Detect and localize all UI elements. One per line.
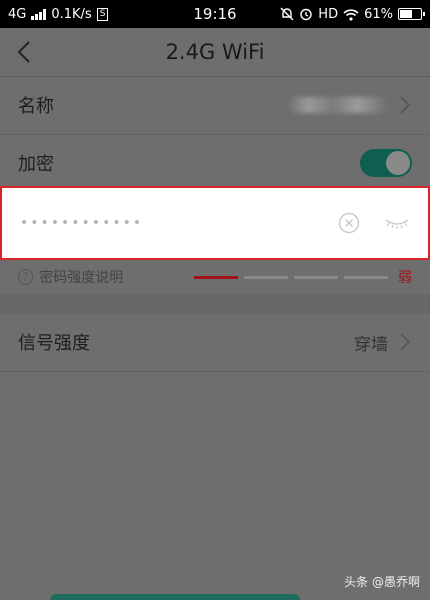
name-label: 名称 (18, 96, 54, 117)
strength-level: 弱 (398, 270, 412, 286)
help-icon[interactable]: ? (18, 269, 34, 285)
section-gap (0, 294, 430, 314)
strength-segment (294, 275, 338, 279)
watermark: 头条 @愚乔啊 (344, 575, 420, 589)
signal-value: 穿墙 (354, 334, 388, 355)
encryption-row: 加密 (0, 135, 430, 191)
eye-closed-icon[interactable] (384, 216, 410, 230)
signal-label: 信号强度 (18, 333, 90, 354)
status-right: HD 61% (280, 6, 425, 22)
network-speed: 0.1K/s (51, 6, 92, 22)
strength-help-link[interactable]: 密码强度说明 (39, 267, 182, 287)
header: 2.4G WiFi (0, 28, 430, 77)
chevron-right-icon (400, 333, 411, 351)
password-value: •••••••••••• (20, 215, 144, 231)
signal-icon (31, 8, 47, 20)
battery-icon (398, 8, 425, 20)
chevron-right-icon (400, 96, 411, 114)
clear-icon[interactable] (338, 212, 360, 234)
hd-indicator: HD (318, 6, 339, 22)
bottom-button-edge[interactable] (50, 594, 300, 600)
toggle-knob (386, 151, 410, 175)
status-left: 4G 0.1K/s S (8, 6, 109, 22)
signal-value-group: 穿墙 (354, 330, 412, 355)
password-highlight: •••••••••••• (0, 186, 430, 260)
notification-icon: S (96, 7, 109, 21)
strength-meter (194, 275, 388, 279)
mute-bell-icon (280, 7, 294, 21)
battery-percent: 61% (364, 6, 393, 22)
network-type: 4G (8, 6, 27, 22)
encryption-label: 加密 (18, 154, 54, 175)
back-arrow-icon[interactable] (14, 40, 34, 64)
name-value-group (288, 95, 412, 115)
divider (0, 371, 430, 372)
wifi-icon (343, 8, 359, 21)
strength-segment (194, 275, 238, 279)
wifi-settings-page: 2.4G WiFi 名称 加密 •••••••••••• ? 密码强度说明 弱 … (0, 28, 430, 600)
alarm-icon (300, 8, 312, 21)
password-field[interactable]: •••••••••••• (2, 188, 428, 258)
signal-strength-row[interactable]: 信号强度 穿墙 (0, 314, 430, 370)
password-strength-row: ? 密码强度说明 弱 (0, 262, 430, 292)
battery-fill (400, 10, 412, 18)
blurred-ssid (288, 97, 388, 113)
strength-segment (244, 275, 288, 279)
name-row[interactable]: 名称 (0, 77, 430, 133)
status-bar: 4G 0.1K/s S 19:16 HD 61% (0, 0, 430, 28)
strength-segment (344, 275, 388, 279)
encryption-toggle[interactable] (360, 149, 412, 177)
page-title: 2.4G WiFi (165, 40, 265, 64)
